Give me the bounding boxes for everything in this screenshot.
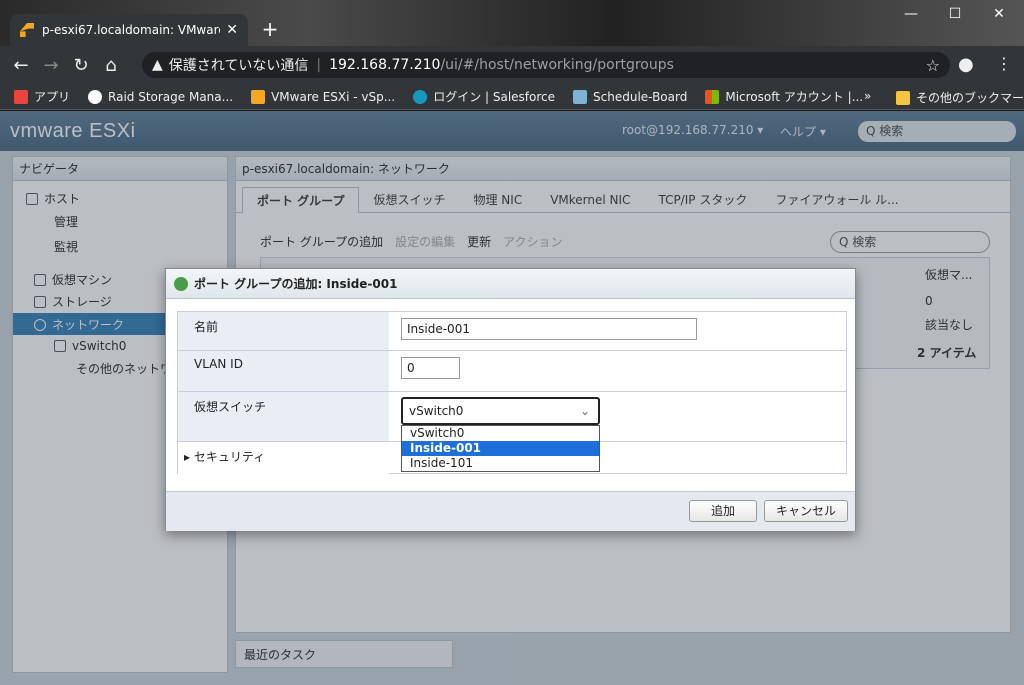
schedule-icon <box>573 89 588 104</box>
cancel-button[interactable]: キャンセル <box>764 500 848 522</box>
vlan-row: VLAN ID 0 <box>178 351 846 392</box>
tab-title: p-esxi67.localdomain: VMware ES <box>42 23 220 37</box>
reload-icon[interactable]: ↻ <box>66 55 96 76</box>
microsoft-icon <box>705 89 720 104</box>
bookmarks-bar: アプリ Raid Storage Mana... VMware ESXi - v… <box>0 84 1024 110</box>
name-row: 名前 Inside-001 <box>178 312 846 351</box>
dialog-footer: 追加 キャンセル <box>166 491 855 531</box>
add-portgroup-dialog: ポート グループの追加: Inside-001 名前 Inside-001 VL… <box>165 268 856 531</box>
home-icon[interactable]: ⌂ <box>96 55 126 76</box>
folder-icon <box>896 90 910 105</box>
vlan-input[interactable]: 0 <box>401 357 460 379</box>
warning-icon: ▲ <box>152 57 163 73</box>
bookmark-schedule[interactable]: Schedule-Board <box>573 89 687 104</box>
profile-icon[interactable]: ● <box>958 54 974 75</box>
url-host: 192.168.77.210 <box>329 57 441 73</box>
vswitch-label: 仮想スイッチ <box>178 392 389 441</box>
minimize-button[interactable]: — <box>894 6 928 28</box>
name-label: 名前 <box>178 312 389 350</box>
security-label[interactable]: ▸ セキュリティ <box>178 442 389 474</box>
apps-icon <box>14 89 28 104</box>
omnibar: ← → ↻ ⌂ ▲ 保護されていない通信 | 192.168.77.210 /u… <box>0 46 1024 84</box>
bookmark-microsoft[interactable]: Microsoft アカウント |... <box>705 88 863 105</box>
vlan-label: VLAN ID <box>178 351 389 391</box>
bookmark-raid[interactable]: Raid Storage Mana... <box>88 89 233 104</box>
vswitch-dropdown: vSwitch0 Inside-001 Inside-101 <box>401 425 600 472</box>
forward-icon[interactable]: → <box>36 55 66 76</box>
vmware-icon <box>251 89 266 104</box>
tab-close-icon[interactable]: ✕ <box>226 22 238 38</box>
add-button[interactable]: 追加 <box>689 500 757 522</box>
url-path: /ui/#/host/networking/portgroups <box>440 57 674 73</box>
portgroup-add-icon <box>174 276 188 291</box>
raid-icon <box>88 89 103 104</box>
maximize-button[interactable]: ☐ <box>938 6 972 28</box>
new-tab-button[interactable]: + <box>258 18 282 42</box>
other-bookmarks[interactable]: その他のブックマーク <box>896 89 1024 106</box>
vswitch-option-selected[interactable]: Inside-001 <box>402 441 599 456</box>
vmware-favicon-icon <box>20 23 34 37</box>
vswitch-option[interactable]: vSwitch0 <box>402 426 599 441</box>
browser-tab[interactable]: p-esxi67.localdomain: VMware ES ✕ <box>10 14 248 46</box>
vswitch-select[interactable]: vSwitch0 ⌄ <box>401 397 600 425</box>
back-icon[interactable]: ← <box>6 55 36 76</box>
bookmark-apps[interactable]: アプリ <box>14 88 70 105</box>
bookmark-star-icon[interactable]: ☆ <box>926 56 940 75</box>
salesforce-icon <box>413 89 428 104</box>
address-separator: | <box>316 57 322 73</box>
menu-icon[interactable]: ⋮ <box>996 54 1012 73</box>
dialog-title: ポート グループの追加: Inside-001 <box>194 277 398 291</box>
dialog-header: ポート グループの追加: Inside-001 <box>166 269 855 299</box>
name-input[interactable]: Inside-001 <box>401 318 697 340</box>
bookmark-salesforce[interactable]: ログイン | Salesforce <box>413 88 555 105</box>
address-bar[interactable]: ▲ 保護されていない通信 | 192.168.77.210 /ui/#/host… <box>142 52 950 78</box>
chevron-down-icon: ⌄ <box>579 404 590 418</box>
bookmarks-more[interactable]: » <box>864 89 871 103</box>
close-window-button[interactable]: ✕ <box>982 6 1016 28</box>
vswitch-option[interactable]: Inside-101 <box>402 456 599 471</box>
security-status: 保護されていない通信 <box>168 58 309 74</box>
bookmark-vmware[interactable]: VMware ESXi - vSp... <box>251 89 395 104</box>
